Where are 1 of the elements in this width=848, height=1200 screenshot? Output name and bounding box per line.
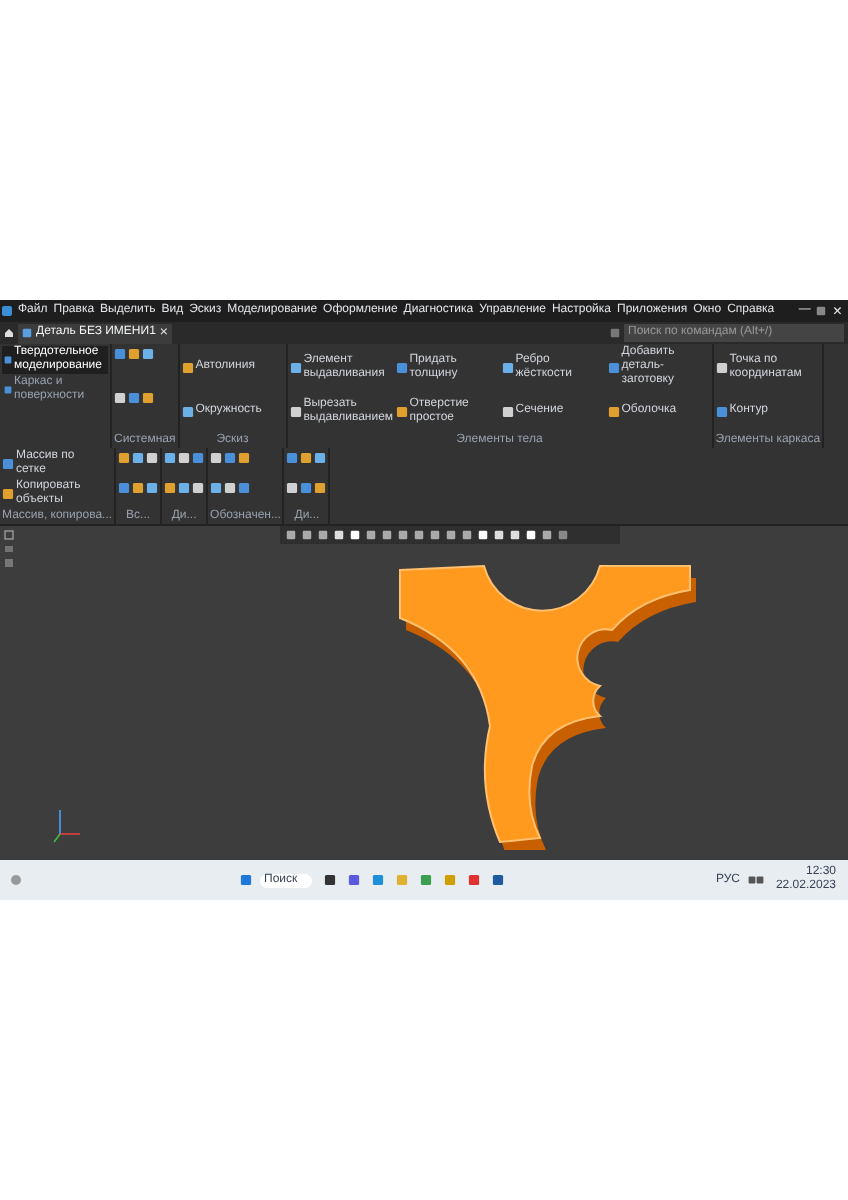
close-button[interactable]: ×	[832, 303, 842, 319]
